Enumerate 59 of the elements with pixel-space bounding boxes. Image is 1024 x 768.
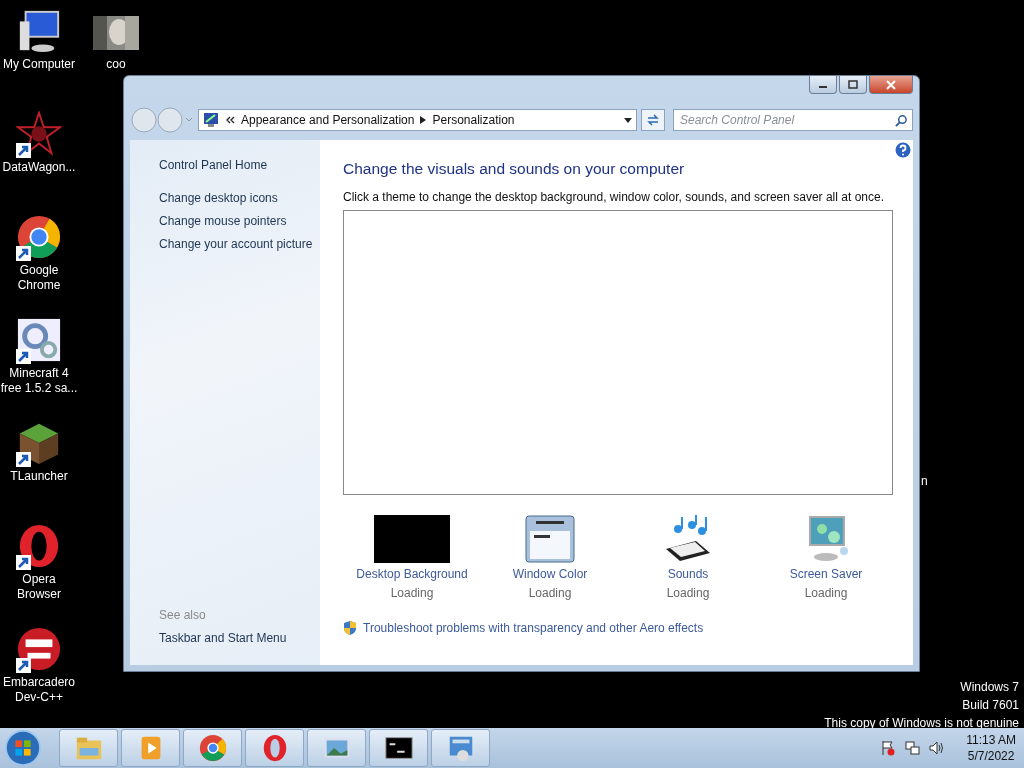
breadcrumb-item[interactable]: Personalization [432,113,515,127]
sidebar-link[interactable]: Taskbar and Start Menu [159,627,320,650]
desktop-icon-label[interactable]: n [921,474,928,488]
desktop-icon-label[interactable]: My Computer [0,57,78,72]
control-panel-icon [203,112,219,128]
close-icon [886,79,896,90]
page-heading: Change the visuals and sounds on your computer [343,160,686,178]
sidebar-link[interactable]: Change your account picture [159,233,320,256]
search-box[interactable]: Search Control Panel [673,109,913,131]
setting-link[interactable]: Window Color [512,567,588,581]
maximize-icon [848,79,858,90]
setting-status: Loading [804,586,848,600]
dropdown-icon[interactable] [624,117,632,123]
troubleshoot-link[interactable]: Troubleshoot problems with transparency and other Aero effects [363,621,704,635]
minimize-icon [819,86,827,88]
flag-icon[interactable] [880,740,897,756]
search-icon[interactable] [895,113,908,127]
minimize-button[interactable] [809,76,837,94]
desktop-icon-label[interactable]: coo [90,57,142,72]
chevron-icon [225,115,235,125]
network-icon[interactable] [904,740,921,756]
setting-link[interactable]: Desktop Background [356,567,468,581]
chrome-icon [197,733,228,763]
chrome-icon[interactable] [16,214,62,260]
desktop-icon-label[interactable]: Google Chrome [0,263,78,293]
refresh-icon [646,113,660,127]
desktop-icon-label[interactable]: TLauncher [0,469,78,484]
clock-date[interactable]: 5/7/2022 [967,748,1015,764]
sidebar-link[interactable]: Change mouse pointers [159,210,320,233]
maximize-button[interactable] [839,76,867,94]
desktop-icon-label[interactable]: Embarcadero Dev-C++ [0,675,78,705]
shield-icon [343,620,357,636]
see-also-heading: See also [159,607,207,624]
sidebar-link[interactable]: Control Panel Home [159,154,320,177]
desktop-icon-label[interactable]: Minecraft 4 free 1.5.2 sa... [0,366,78,396]
refresh-button[interactable] [641,109,665,131]
start-button-icon[interactable] [4,729,42,767]
genuine-notice-text: Windows 7 [960,679,1019,696]
breadcrumb-item[interactable]: Appearance and Personalization [241,113,415,127]
clock-time[interactable]: 11:13 AM [966,732,1016,748]
speaker-icon[interactable] [928,740,945,756]
help-icon[interactable] [895,142,911,158]
setting-status: Loading [528,586,572,600]
desktop-icon-label[interactable]: DataWagon... [0,160,78,175]
genuine-notice-text: Build 7601 [962,697,1019,714]
address-bar[interactable]: Appearance and Personalization Personalization [198,109,637,131]
setting-status: Loading [390,586,434,600]
description-text: Click a theme to change the desktop background, window color, sounds, and screen saver all at once. [343,190,885,204]
desktop-icon-label[interactable]: Opera Browser [0,572,78,602]
setting-link[interactable]: Sounds [667,567,709,581]
taskbar-button[interactable] [369,729,428,767]
setting-link[interactable]: Screen Saver [789,567,863,581]
star-icon[interactable] [16,111,62,157]
gears-icon[interactable] [16,317,62,363]
sidebar-link[interactable]: Change desktop icons [159,187,320,210]
arrow-icon [420,116,427,124]
close-button[interactable] [869,76,913,94]
search-field[interactable]: Search Control Panel [678,112,895,128]
setting-status: Loading [666,586,710,600]
